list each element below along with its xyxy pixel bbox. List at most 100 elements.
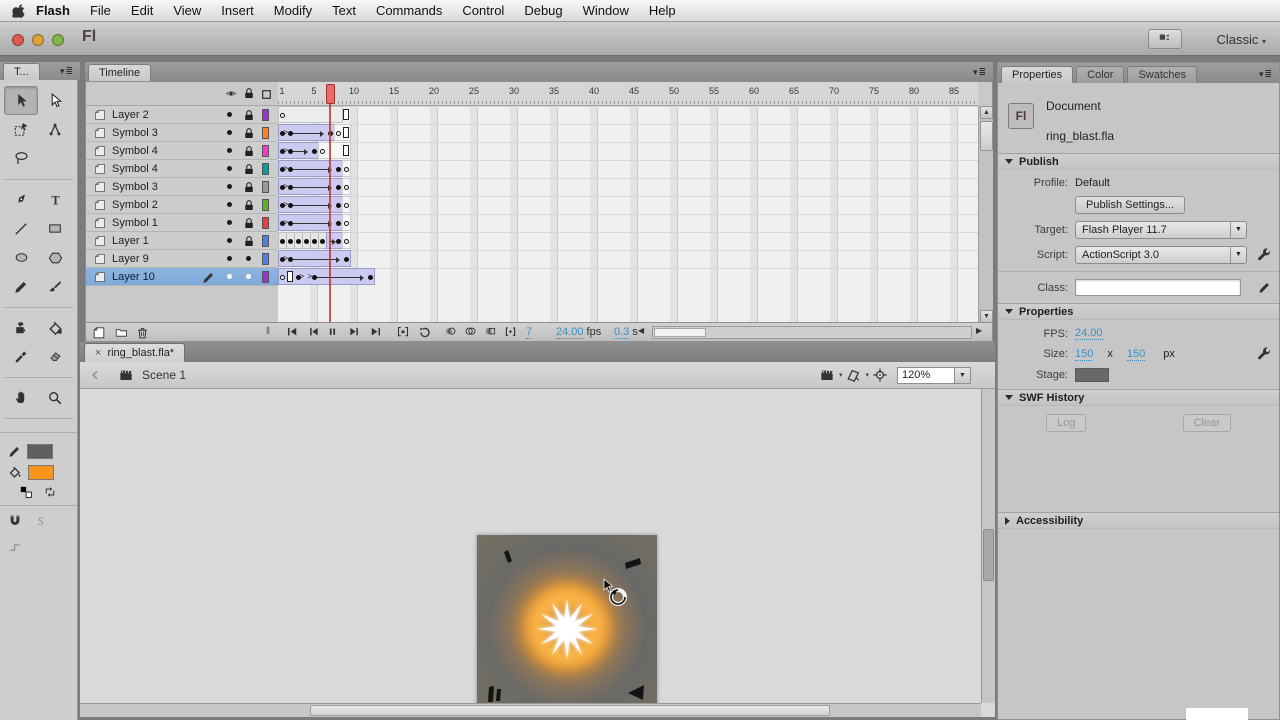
close-window-button[interactable] [12, 34, 24, 46]
swf-clear-button[interactable]: Clear [1183, 414, 1231, 432]
playhead-handle[interactable] [326, 84, 335, 104]
free-transform-tool[interactable] [4, 115, 38, 144]
center-stage-button[interactable] [873, 368, 887, 382]
zoom-window-button[interactable] [52, 34, 64, 46]
menu-text[interactable]: Text [322, 0, 366, 22]
layer-lock-icon[interactable] [243, 109, 255, 122]
timeline-vscroll-thumb[interactable] [980, 121, 993, 151]
layer-lock-icon[interactable] [243, 199, 255, 212]
frames-row-symbol-3[interactable]: > [278, 124, 978, 142]
frames-row-symbol-1[interactable]: > [278, 214, 978, 232]
menu-help[interactable]: Help [639, 0, 686, 22]
layer-visibility-dot[interactable] [227, 130, 232, 135]
default-colors-icon[interactable] [20, 486, 33, 499]
target-dropdown[interactable]: Flash Player 11.7▼ [1075, 221, 1247, 239]
tab-properties[interactable]: Properties [1001, 66, 1073, 83]
onion-skin-button[interactable] [443, 326, 458, 337]
layer-outline-color-swatch[interactable] [262, 145, 269, 157]
ink-bottle-tool[interactable] [4, 313, 38, 342]
frame-ruler[interactable]: 1510152025303540455055606570758085 [278, 82, 978, 106]
layer-lock-icon[interactable] [243, 163, 255, 176]
workspace-menu[interactable]: Classic ▾ [1216, 32, 1266, 47]
frames-row-layer-10[interactable]: >> [278, 268, 978, 286]
hand-tool[interactable] [4, 383, 38, 412]
layer-row-layer-1[interactable]: Layer 1 [86, 232, 278, 250]
lasso-tool[interactable] [4, 144, 38, 173]
frames-row-symbol-3[interactable]: > [278, 178, 978, 196]
layer-row-symbol-3[interactable]: Symbol 3 [86, 178, 278, 196]
class-edit-pencil-icon[interactable] [1258, 281, 1271, 294]
workspace-switcher-button[interactable] [1148, 29, 1182, 49]
layer-visibility-dot[interactable] [227, 220, 232, 225]
straighten-option[interactable] [8, 542, 22, 554]
back-arrow-icon[interactable] [90, 369, 102, 382]
script-settings-wrench-icon[interactable] [1257, 248, 1271, 262]
edit-symbols-button[interactable] [846, 368, 861, 382]
fps-value-hot-text[interactable]: 24.00 [1075, 327, 1103, 340]
stage-vscroll-thumb[interactable] [983, 529, 994, 581]
layer-lock-icon[interactable] [243, 145, 255, 158]
menu-insert[interactable]: Insert [211, 0, 264, 22]
text-tool[interactable]: T [38, 185, 72, 214]
rectangle-tool[interactable] [38, 214, 72, 243]
go-to-first-frame-button[interactable] [286, 326, 299, 338]
menu-flash[interactable]: Flash [26, 0, 80, 22]
scene-breadcrumb[interactable]: Scene 1 [142, 368, 186, 382]
layer-outline-color-swatch[interactable] [262, 109, 269, 121]
selection-tool[interactable] [4, 86, 38, 115]
layer-row-layer-10[interactable]: Layer 10 [86, 268, 278, 286]
menu-debug[interactable]: Debug [514, 0, 572, 22]
tools-panel-menu-icon[interactable]: ▾≣ [60, 66, 74, 77]
modify-markers-button[interactable] [503, 326, 518, 338]
layer-row-symbol-4[interactable]: Symbol 4 [86, 160, 278, 178]
new-folder-button[interactable] [114, 326, 129, 339]
layer-row-symbol-2[interactable]: Symbol 2 [86, 196, 278, 214]
layer-unlock-dot[interactable] [246, 274, 251, 279]
new-layer-button[interactable] [92, 326, 106, 340]
timeline-tab[interactable]: Timeline [88, 64, 151, 81]
size-settings-wrench-icon[interactable] [1257, 347, 1271, 361]
pen-tool[interactable] [4, 185, 38, 214]
layer-outline-color-swatch[interactable] [262, 127, 269, 139]
paint-bucket-tool[interactable] [38, 313, 72, 342]
layer-visibility-dot[interactable] [227, 274, 232, 279]
layer-outline-color-swatch[interactable] [262, 181, 269, 193]
layer-row-symbol-4[interactable]: Symbol 4 [86, 142, 278, 160]
pasteboard[interactable] [80, 389, 981, 703]
menu-file[interactable]: File [80, 0, 121, 22]
frames-row-symbol-2[interactable]: > [278, 196, 978, 214]
tab-swatches[interactable]: Swatches [1127, 66, 1197, 83]
timeline-scroll-left-arrow[interactable]: ◀ [638, 326, 644, 335]
subselection-tool[interactable] [38, 86, 72, 115]
layer-row-symbol-1[interactable]: Symbol 1 [86, 214, 278, 232]
class-input[interactable] [1075, 279, 1241, 296]
menu-modify[interactable]: Modify [264, 0, 322, 22]
layer-row-symbol-3[interactable]: Symbol 3 [86, 124, 278, 142]
tools-tab[interactable]: T... [3, 63, 40, 80]
stage-height-hot-text[interactable]: 150 [1127, 348, 1145, 361]
stage-hscroll-thumb[interactable] [310, 705, 830, 716]
layer-lock-icon[interactable] [243, 127, 255, 140]
close-document-icon[interactable]: × [95, 344, 101, 362]
frames-row-layer-1[interactable] [278, 232, 978, 250]
smooth-option[interactable]: S [36, 514, 48, 528]
accessibility-section-header[interactable]: Accessibility [998, 512, 1279, 529]
swap-colors-icon[interactable] [43, 486, 57, 499]
apple-logo-icon[interactable] [12, 3, 26, 18]
stage-width-hot-text[interactable]: 150 [1075, 348, 1093, 361]
snap-to-objects-option[interactable] [8, 514, 22, 528]
properties-section-header[interactable]: Properties [998, 303, 1279, 320]
timeline-panel-menu-icon[interactable]: ▾≣ [973, 67, 987, 78]
outline-all-layers-icon[interactable] [261, 89, 272, 100]
publish-section-header[interactable]: Publish [998, 153, 1279, 170]
scroll-up-button[interactable]: ▲ [980, 106, 993, 119]
layer-visibility-dot[interactable] [227, 184, 232, 189]
timeline-horizontal-scrollbar[interactable] [652, 326, 972, 339]
layer-row-layer-2[interactable]: Layer 2 [86, 106, 278, 124]
line-tool[interactable] [4, 214, 38, 243]
layer-outline-color-swatch[interactable] [262, 217, 269, 229]
menu-window[interactable]: Window [573, 0, 639, 22]
layer-outline-color-swatch[interactable] [262, 163, 269, 175]
stage-color-swatch[interactable] [1075, 368, 1109, 382]
bone-tool[interactable] [38, 115, 72, 144]
